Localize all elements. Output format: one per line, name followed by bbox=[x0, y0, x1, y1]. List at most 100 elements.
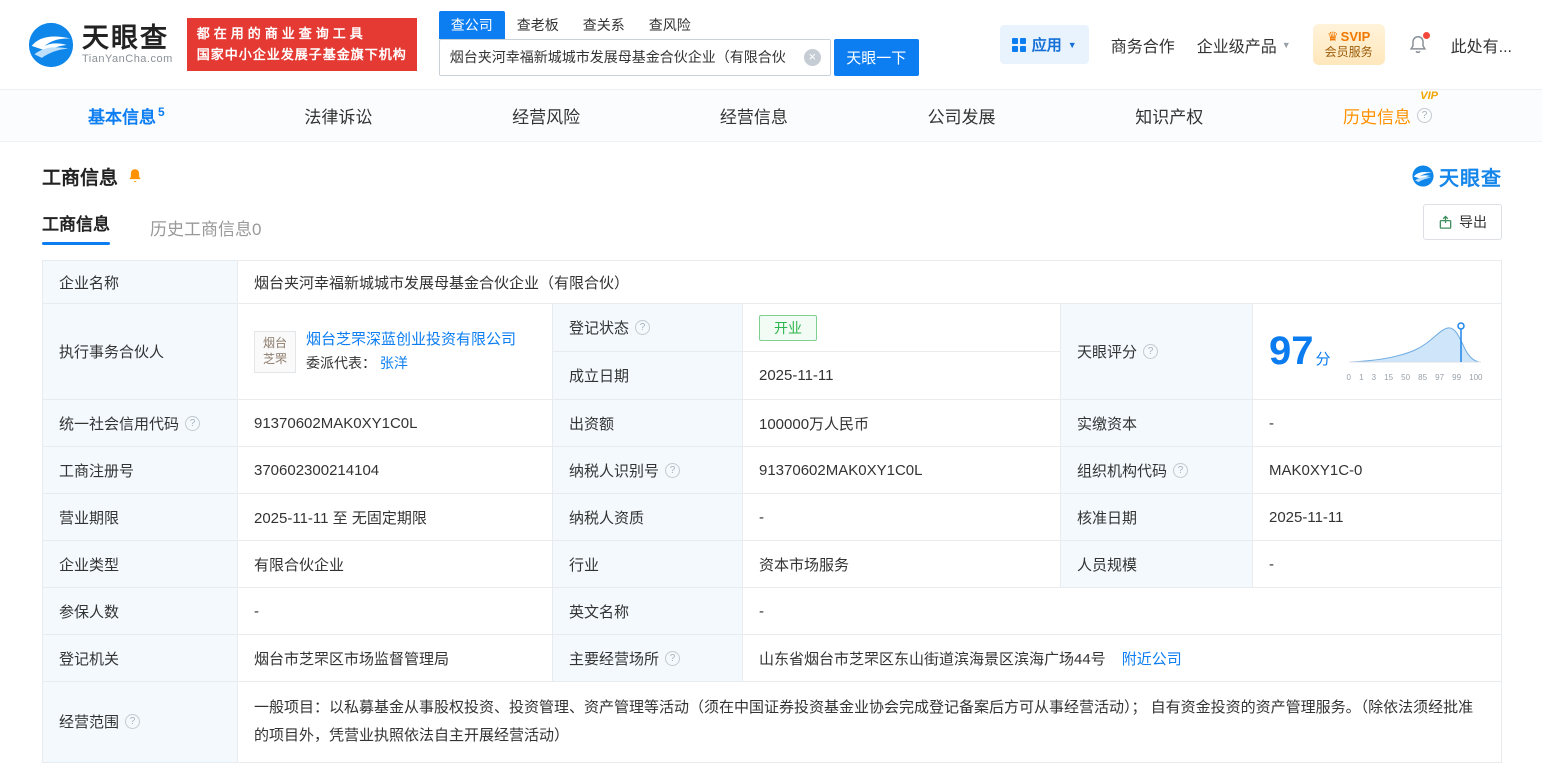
header: 天眼查 TianYanCha.com 都在用的商业查询工具 国家中小企业发展子基… bbox=[0, 0, 1542, 90]
enterprise-products-label: 企业级产品 bbox=[1196, 38, 1277, 56]
help-icon[interactable]: ? bbox=[125, 714, 141, 730]
taxpayer-quality-value: - bbox=[743, 494, 1061, 540]
help-icon[interactable]: ? bbox=[665, 650, 681, 666]
tianyancha-logo[interactable]: 天眼查 TianYanCha.com bbox=[28, 22, 173, 68]
nearby-companies-link[interactable]: 附近公司 bbox=[1122, 648, 1182, 669]
staff-size-value: - bbox=[1269, 555, 1274, 573]
executive-partner-cell: 烟台 芝罘 烟台芝罘深蓝创业投资有限公司 委派代表： 张洋 bbox=[238, 304, 553, 399]
content: 工商信息 天眼查 工商信息 历史工商信息0 导出 企业名称 烟台夹河幸福新城城市… bbox=[0, 142, 1542, 763]
svip-membership-badge[interactable]: ♛ SVIP 会员服务 bbox=[1312, 23, 1385, 66]
business-address-value: 山东省烟台市芝罘区东山街道滨海景区滨海广场44号 附近公司 bbox=[743, 635, 1501, 681]
company-name-value: 烟台夹河幸福新城城市发展母基金合伙企业（有限合伙） bbox=[254, 274, 630, 292]
help-icon[interactable]: ? bbox=[1417, 108, 1432, 123]
field-label-registration-number: 工商注册号 bbox=[43, 447, 238, 493]
field-label-english-name: 英文名称 bbox=[553, 588, 743, 634]
credit-code-value: 91370602MAK0XY1C0L bbox=[238, 400, 553, 446]
field-label-executive-partner: 执行事务合伙人 bbox=[43, 304, 238, 399]
search-input[interactable] bbox=[438, 38, 831, 76]
slogan-line2: 国家中小企业发展子基金旗下机构 bbox=[196, 46, 407, 62]
field-label-taxpayer-quality: 纳税人资质 bbox=[553, 494, 743, 540]
apps-menu[interactable]: 应用 ▼ bbox=[999, 25, 1089, 64]
tab-legal-proceedings[interactable]: 法律诉讼 bbox=[304, 103, 372, 128]
notification-bell-icon[interactable] bbox=[1407, 31, 1430, 56]
industry-value: 资本市场服务 bbox=[743, 541, 1061, 587]
tab-company-development[interactable]: 公司发展 bbox=[928, 103, 996, 128]
business-cooperation-link[interactable]: 商务合作 bbox=[1111, 33, 1175, 57]
crown-icon: ♛ bbox=[1327, 28, 1339, 44]
help-icon[interactable]: ? bbox=[1173, 462, 1189, 478]
search-tab-boss[interactable]: 查老板 bbox=[505, 11, 571, 39]
help-icon[interactable]: ? bbox=[1143, 344, 1159, 359]
logo-domain-text: TianYanCha.com bbox=[82, 53, 173, 66]
registration-number-value: 370602300214104 bbox=[238, 447, 553, 493]
paid-capital-value: - bbox=[1269, 414, 1274, 432]
watermark-text: 天眼查 bbox=[1439, 167, 1502, 190]
search-tabs: 查公司 查老板 查关系 查风险 bbox=[438, 10, 919, 39]
field-label-company-name: 企业名称 bbox=[43, 261, 238, 303]
tab-intellectual-property[interactable]: 知识产权 bbox=[1135, 103, 1203, 128]
score-value: 97 bbox=[1269, 329, 1314, 373]
table-row: 执行事务合伙人 烟台 芝罘 烟台芝罘深蓝创业投资有限公司 委派代表： 张洋 登记… bbox=[43, 304, 1501, 400]
score-unit: 分 bbox=[1315, 351, 1331, 368]
svip-sublabel: 会员服务 bbox=[1324, 45, 1373, 60]
search-tab-relation[interactable]: 查关系 bbox=[571, 11, 637, 39]
partner-company-link[interactable]: 烟台芝罘深蓝创业投资有限公司 bbox=[306, 327, 516, 353]
subtab-history-business-info[interactable]: 历史工商信息0 bbox=[150, 205, 261, 240]
tab-history-info[interactable]: VIP 历史信息 ? bbox=[1343, 90, 1438, 128]
help-icon[interactable]: ? bbox=[635, 320, 651, 335]
table-row: 参保人数 - 英文名称 - bbox=[43, 588, 1501, 635]
table-row: 营业期限 2025-11-11 至 无固定期限 纳税人资质 - 核准日期 202… bbox=[43, 494, 1501, 541]
table-row: 工商注册号 370602300214104 纳税人识别号? 91370602MA… bbox=[43, 447, 1501, 494]
field-label-insured-count: 参保人数 bbox=[43, 588, 238, 634]
help-icon[interactable]: ? bbox=[665, 462, 681, 478]
clear-icon[interactable]: × bbox=[803, 48, 821, 66]
export-button[interactable]: 导出 bbox=[1423, 204, 1502, 240]
apps-label: 应用 bbox=[1031, 37, 1062, 54]
vip-tag: VIP bbox=[1420, 90, 1438, 102]
field-label-business-term: 营业期限 bbox=[43, 494, 238, 540]
table-row: 企业名称 烟台夹河幸福新城城市发展母基金合伙企业（有限合伙） bbox=[43, 261, 1501, 304]
subscribe-bell-icon[interactable] bbox=[126, 167, 144, 185]
tianyancha-logo-icon bbox=[28, 22, 74, 67]
tab-operating-info[interactable]: 经营信息 bbox=[720, 103, 788, 128]
field-label-establish-date: 成立日期 bbox=[553, 352, 743, 399]
apps-grid-icon bbox=[1011, 37, 1026, 52]
field-label-tianyan-score: 天眼评分? bbox=[1061, 304, 1253, 399]
tab-badge-count: 5 bbox=[158, 105, 165, 120]
search-tab-company[interactable]: 查公司 bbox=[438, 10, 505, 39]
representative-link[interactable]: 张洋 bbox=[380, 355, 408, 371]
registration-authority-value: 烟台市芝罘区市场监督管理局 bbox=[238, 635, 553, 681]
business-scope-value: 一般项目：以私募基金从事股权投资、投资管理、资产管理等活动（须在中国证券投资基金… bbox=[254, 699, 1474, 744]
field-label-approval-date: 核准日期 bbox=[1061, 494, 1253, 540]
score-distribution-chart: 0 1 3 15 50 85 97 99 100 bbox=[1347, 321, 1483, 382]
notification-dot bbox=[1422, 31, 1430, 39]
main-tabs: 基本信息 5 法律诉讼 经营风险 经营信息 公司发展 知识产权 VIP 历史信息 … bbox=[0, 90, 1542, 142]
capital-value: 100000万人民币 bbox=[743, 400, 1061, 446]
company-type-value: 有限合伙企业 bbox=[238, 541, 553, 587]
approval-date-value: 2025-11-11 bbox=[1269, 508, 1344, 526]
field-label-org-code: 组织机构代码? bbox=[1061, 447, 1253, 493]
user-name[interactable]: 此处有... bbox=[1451, 33, 1512, 57]
tianyancha-watermark: 天眼查 bbox=[1412, 162, 1502, 191]
status-badge: 开业 bbox=[759, 314, 817, 341]
enterprise-products-link[interactable]: 企业级产品 ▼ bbox=[1197, 33, 1291, 57]
field-label-business-scope: 经营范围? bbox=[43, 682, 238, 762]
partner-logo[interactable]: 烟台 芝罘 bbox=[254, 330, 296, 373]
subtab-business-info[interactable]: 工商信息 bbox=[42, 200, 110, 245]
help-icon[interactable]: ? bbox=[185, 415, 201, 431]
tab-basic-info[interactable]: 基本信息 5 bbox=[88, 103, 165, 128]
field-label-taxpayer-id: 纳税人识别号? bbox=[553, 447, 743, 493]
field-label-company-type: 企业类型 bbox=[43, 541, 238, 587]
section-title: 工商信息 bbox=[42, 167, 119, 189]
field-label-credit-code: 统一社会信用代码? bbox=[43, 400, 238, 446]
field-label-staff-size: 人员规模 bbox=[1061, 541, 1253, 587]
chevron-down-icon: ▼ bbox=[1067, 39, 1077, 50]
search-block: 查公司 查老板 查关系 查风险 × 天眼一下 bbox=[438, 10, 919, 76]
search-tab-risk[interactable]: 查风险 bbox=[637, 11, 703, 39]
search-button[interactable]: 天眼一下 bbox=[833, 38, 919, 76]
field-label-registration-status: 登记状态? bbox=[553, 304, 743, 351]
table-row: 企业类型 有限合伙企业 行业 资本市场服务 人员规模 - bbox=[43, 541, 1501, 588]
tab-operating-risk[interactable]: 经营风险 bbox=[512, 103, 580, 128]
org-code-value: MAK0XY1C-0 bbox=[1269, 461, 1363, 479]
field-label-capital: 出资额 bbox=[553, 400, 743, 446]
